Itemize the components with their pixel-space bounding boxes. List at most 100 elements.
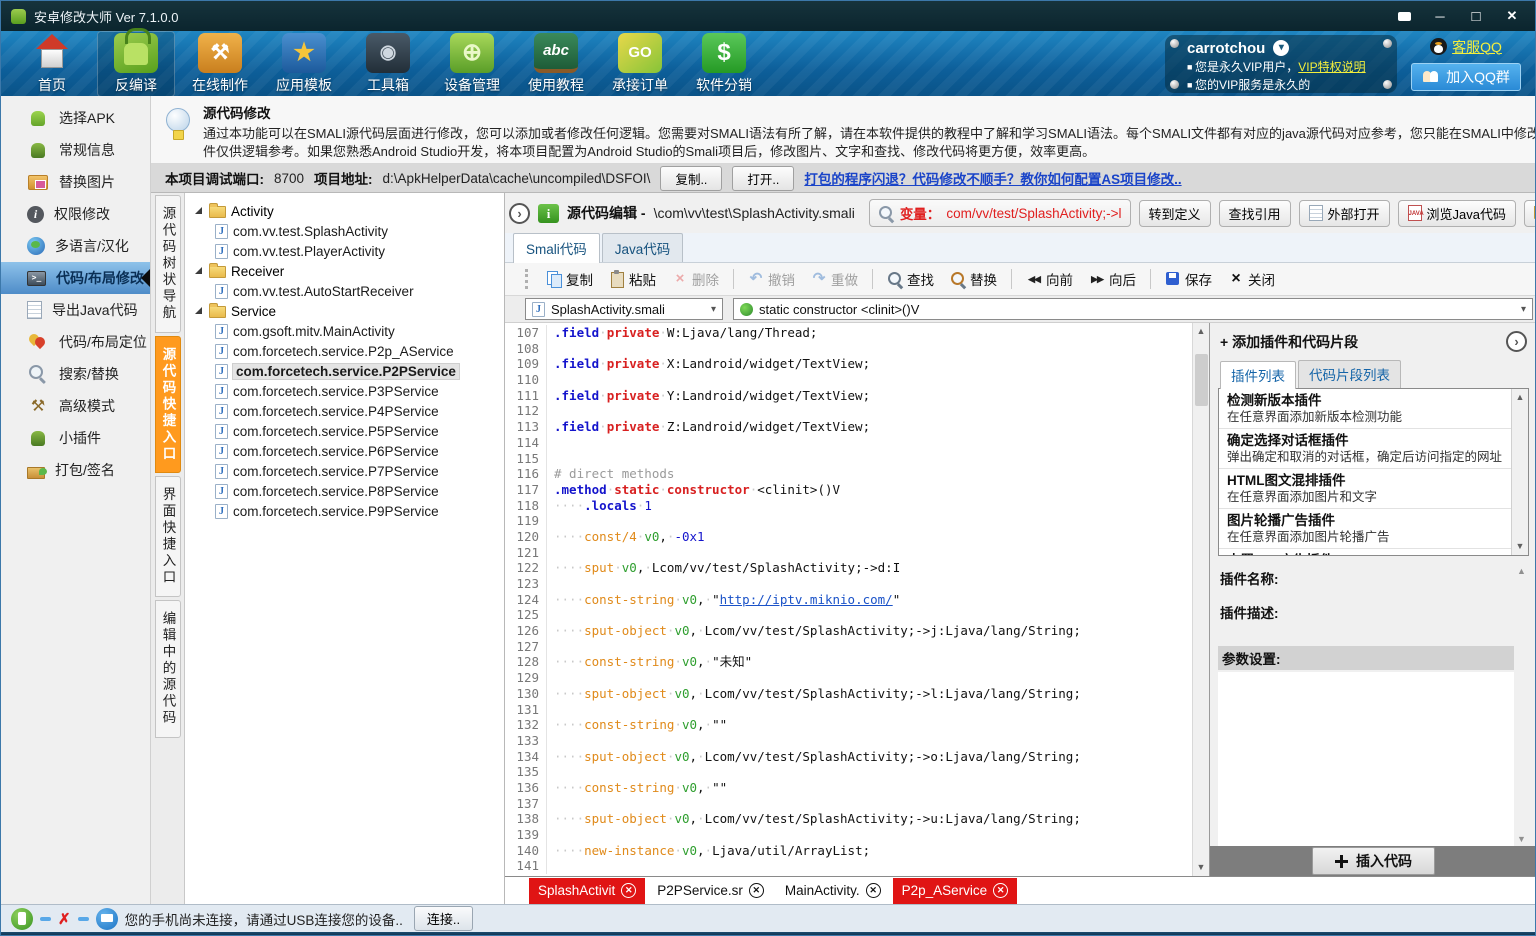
expanded-arrow-icon[interactable] [195,267,202,274]
scroll-up-icon[interactable]: ▲ [1193,323,1210,340]
code-lines[interactable]: 107.field·private·W:Ljava/lang/Thread;10… [505,323,1192,876]
tree-item[interactable]: Jcom.forcetech.service.P9PService [189,501,500,521]
sidebar-item-advanced[interactable]: ⚒高级模式 [1,390,150,422]
variable-search-group[interactable]: 变量： com/vv/test/SplashActivity;->l [869,199,1131,227]
plugin-list-item[interactable]: 检测新版本插件在任意界面添加新版本检测功能 [1219,389,1511,429]
as-project-help-link[interactable]: 打包的程序闪退？代码修改不顺手？教你如何配置AS项目修改.. [804,168,1181,188]
sidebar-item-select-apk[interactable]: 选择APK [1,102,150,134]
insert-code-button[interactable]: 插入代码 [1312,847,1435,875]
tab-smali[interactable]: Smali代码 [513,233,600,263]
vtab-tree[interactable]: 源代码树状导航 [155,195,181,333]
tree-item[interactable]: Jcom.forcetech.service.P2p_AService [189,341,500,361]
nav-item-toolbox[interactable]: ◉工具箱 [349,31,427,97]
plugin-tab-0[interactable]: 插件列表 [1220,361,1296,389]
collapse-tree-button[interactable]: › [509,203,530,224]
plugin-list-item[interactable]: HTML图文混排插件在任意界面添加图片和文字 [1219,469,1511,509]
sidebar-item-plugin[interactable]: 小插件 [1,422,150,454]
tree-group[interactable]: Activity [189,201,500,221]
find-references-button[interactable]: 查找引用 [1219,200,1291,227]
sidebar-item-language[interactable]: 多语言/汉化 [1,230,150,262]
nav-item-home[interactable]: 首页 [13,31,91,97]
scroll-thumb[interactable] [1195,354,1208,406]
nav-item-device[interactable]: ⊕设备管理 [433,31,511,97]
nav-item-orders[interactable]: GO承接订单 [601,31,679,97]
vtab-quick[interactable]: 源代码快捷入口 [155,336,181,474]
tree-item[interactable]: Jcom.forcetech.service.P7PService [189,461,500,481]
tree-item[interactable]: Jcom.forcetech.service.P6PService [189,441,500,461]
vip-privilege-link[interactable]: VIP特权说明 [1298,60,1365,74]
find-button[interactable]: 查找 [881,266,940,292]
plugin-list-scrollbar[interactable]: ▲ ▼ [1511,389,1528,555]
tree-item[interactable]: Jcom.forcetech.service.P8PService [189,481,500,501]
collapse-panel-button[interactable]: › [1506,331,1527,352]
nav-item-decompile[interactable]: 反编译 [97,31,175,97]
sidebar-item-search-replace[interactable]: 搜索/替换 [1,358,150,390]
file-tab[interactable]: MainActivity.✕ [776,878,890,904]
minimize-button[interactable] [1425,5,1455,27]
chevron-down-icon[interactable]: ▾ [1273,40,1289,56]
service-qq-link[interactable]: 客服QQ [1430,37,1502,57]
plugin-list-item[interactable]: 确定选择对话框插件弹出确定和取消的对话框，确定后访问指定的网址 [1219,429,1511,469]
open-external-button[interactable]: 外部打开 [1299,200,1390,227]
tree-item[interactable]: Jcom.vv.test.PlayerActivity [189,241,500,261]
tree-item[interactable]: Jcom.vv.test.SplashActivity [189,221,500,241]
code-scrollbar[interactable]: ▲ ▼ [1192,323,1209,876]
sidebar-item-code-locate[interactable]: 代码/布局定位 [1,326,150,358]
maximize-button[interactable] [1461,5,1491,27]
tree-group[interactable]: Service [189,301,500,321]
scroll-down-icon[interactable]: ▼ [1193,859,1210,876]
tree-item[interactable]: Jcom.forcetech.service.P3PService [189,381,500,401]
nav-item-sales[interactable]: $软件分销 [685,31,763,97]
tree-item[interactable]: Jcom.forcetech.service.P2PService [189,361,500,381]
nav-item-tutorial[interactable]: abc使用教程 [517,31,595,97]
vtab-editing[interactable]: 编辑中的源代码 [155,600,181,738]
file-tab[interactable]: SplashActivit✕ [529,878,645,904]
open-path-button[interactable]: 打开.. [732,166,794,191]
tree-group[interactable]: Receiver [189,261,500,281]
goto-definition-button[interactable]: 转到定义 [1139,200,1211,227]
paste-button[interactable]: 粘贴 [603,266,662,292]
vtab-ui[interactable]: 界面快捷入口 [155,476,181,597]
nav-item-online[interactable]: ⚒在线制作 [181,31,259,97]
expanded-arrow-icon[interactable] [195,207,202,214]
backward-button[interactable]: ▶▶向后 [1083,266,1142,292]
panel-scrollbar[interactable]: ▲▼ [1514,564,1529,846]
plugin-list-item[interactable]: 图片轮播广告插件在任意界面添加图片轮播广告 [1219,509,1511,549]
file-tab[interactable]: P2PService.sr✕ [648,878,773,904]
view-java-button[interactable]: JAVA浏览Java代码 [1398,200,1516,227]
feedback-icon[interactable] [1389,5,1419,27]
sidebar-item-permission[interactable]: i权限修改 [1,198,150,230]
sidebar-item-code-layout[interactable]: >_代码/布局修改 [1,262,150,294]
close-tab-icon[interactable]: ✕ [749,883,764,898]
nav-item-template[interactable]: ★应用模板 [265,31,343,97]
plugin-list-item[interactable]: 内置Apk广告插件 [1219,549,1511,555]
connect-button[interactable]: 连接.. [414,906,473,931]
tree-item[interactable]: Jcom.gsoft.mitv.MainActivity [189,321,500,341]
plugin-tab-1[interactable]: 代码片段列表 [1298,360,1401,388]
replace-button[interactable]: 替换 [944,266,1003,292]
close-tab-icon[interactable]: ✕ [993,883,1008,898]
tree-item[interactable]: Jcom.forcetech.service.P5PService [189,421,500,441]
save-button[interactable]: 保存 [1159,266,1218,292]
tab-java[interactable]: Java代码 [602,233,684,262]
file-select[interactable]: J SplashActivity.smali ▾ [525,298,723,320]
close-button[interactable] [1497,5,1527,27]
scroll-down-icon[interactable]: ▼ [1512,538,1529,555]
join-qq-group-button[interactable]: 加入QQ群 [1411,63,1521,91]
close-tab-icon[interactable]: ✕ [866,883,881,898]
sidebar-item-general-info[interactable]: 常规信息 [1,134,150,166]
close-tab-icon[interactable]: ✕ [621,883,636,898]
copy-button[interactable]: 复制 [540,266,599,292]
tree-item[interactable]: Jcom.vv.test.AutoStartReceiver [189,281,500,301]
sidebar-item-export-java[interactable]: 导出Java代码 [1,294,150,326]
forward-button[interactable]: ◀◀向前 [1020,266,1079,292]
expanded-arrow-icon[interactable] [195,307,202,314]
sidebar-item-package-sign[interactable]: 打包/签名 [1,454,150,486]
file-tab[interactable]: P2p_AService✕ [893,878,1018,904]
code-editor[interactable]: 107.field·private·W:Ljava/lang/Thread;10… [505,323,1209,876]
close-button[interactable]: ×关闭 [1222,266,1281,292]
scroll-up-icon[interactable]: ▲ [1512,389,1529,406]
method-select[interactable]: static constructor <clinit>()V ▾ [733,298,1533,320]
goto-directory-button[interactable]: 转到目 [1524,200,1536,227]
sidebar-item-replace-image[interactable]: 替换图片 [1,166,150,198]
